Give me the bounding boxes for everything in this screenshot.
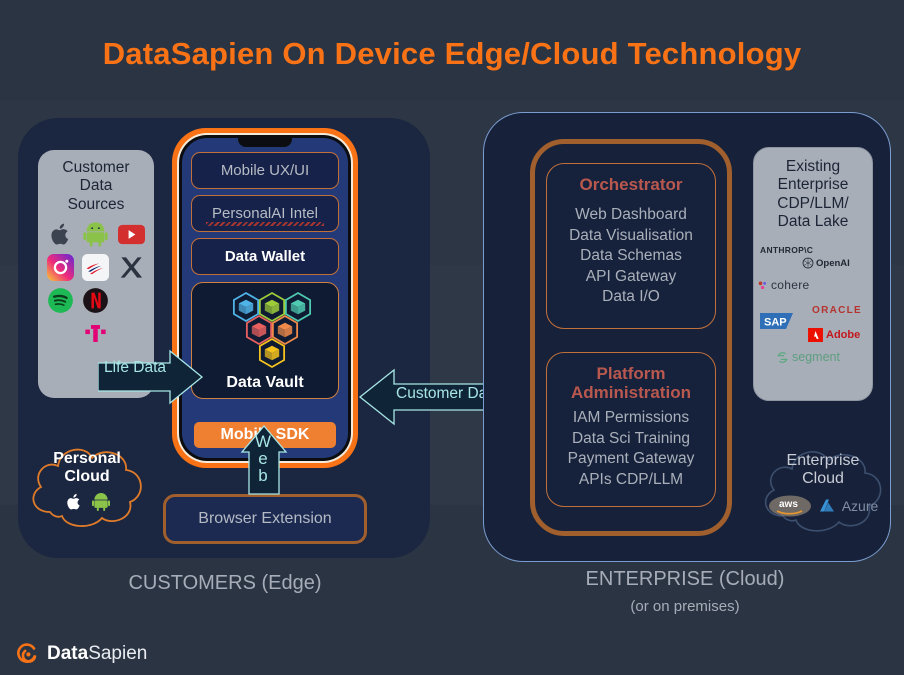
data-vault-hexagon-cluster — [232, 291, 312, 369]
personal-cloud-icons — [22, 492, 152, 512]
enterprise-section-label: ENTERPRISE (Cloud) — [585, 568, 785, 590]
phone-row-personal-ai-intel[interactable]: PersonalAI Intel — [191, 195, 339, 232]
existing-enterprise-card: Existing Enterprise CDP/LLM/ Data Lake A… — [753, 147, 873, 401]
svg-text:aws: aws — [779, 499, 798, 510]
enterprise-cloud-line-2: Cloud — [802, 470, 844, 488]
web-letter-3: b — [258, 466, 268, 485]
svg-text:SAP: SAP — [764, 317, 787, 329]
platform-administration-card[interactable]: Platform Administration IAM Permissions … — [546, 352, 716, 507]
orchestrator-item: API Gateway — [585, 267, 677, 285]
youtube-icon — [117, 224, 145, 244]
page-title: DataSapien On Device Edge/Cloud Technolo… — [102, 36, 802, 71]
orchestrator-items: Web Dashboard Data Visualisation Data Sc… — [547, 194, 715, 308]
personal-cloud-label: Personal Cloud — [22, 450, 152, 487]
phone-row-personal-ai-intel-label: PersonalAI Intel — [212, 205, 318, 222]
platform-item: IAM Permissions — [572, 409, 690, 427]
android-icon — [83, 222, 109, 247]
phone-bezel-outer: Mobile UX/UI PersonalAI Intel Data Walle… — [177, 133, 353, 463]
orchestrator-item: Data Schemas — [580, 247, 682, 265]
existing-heading-line-2: Enterprise — [777, 176, 849, 194]
orchestrator-item: Web Dashboard — [575, 206, 687, 224]
datasapien-footer-logo: DataSapien — [14, 641, 147, 667]
enterprise-cloud-line-1: Enterprise — [786, 452, 860, 469]
openai-icon — [802, 257, 814, 269]
orchestrator-card[interactable]: Orchestrator Web Dashboard Data Visualis… — [546, 163, 716, 329]
mobile-phone-device: Mobile UX/UI PersonalAI Intel Data Walle… — [172, 128, 358, 468]
platform-item: Data Sci Training — [571, 429, 691, 447]
enterprise-cloud-label: Enterprise Cloud — [753, 452, 893, 489]
cohere-logo: cohere — [758, 278, 810, 292]
diagram-canvas: DataSapien On Device Edge/Cloud Technolo… — [0, 0, 904, 675]
spellcheck-underline — [206, 222, 324, 226]
orchestrator-item: Data Visualisation — [569, 226, 693, 244]
azure-label: Azure — [841, 498, 879, 514]
existing-heading-line-4: Data Lake — [777, 212, 849, 230]
azure-icon — [819, 499, 834, 512]
segment-logo: segment — [776, 350, 840, 364]
data-vault-card[interactable]: Data Vault — [191, 282, 339, 399]
customer-data-sources-heading: Customer Data Sources — [38, 159, 154, 214]
existing-heading-line-3: CDP/LLM/ — [777, 194, 849, 212]
heading-line-3: Sources — [67, 195, 125, 213]
t-mobile-icon — [85, 324, 107, 342]
web-letter-1: W — [254, 432, 272, 451]
android-icon — [91, 493, 110, 511]
browser-extension-card[interactable]: Browser Extension — [163, 494, 367, 544]
personal-cloud-line-1: Personal — [53, 450, 121, 467]
enterprise-section-sublabel: (or on premises) — [630, 598, 740, 615]
platform-item: Payment Gateway — [567, 450, 695, 468]
life-data-arrow-label: Life Data — [104, 359, 167, 376]
openai-logo: OpenAI — [802, 257, 850, 269]
phone-row-data-wallet[interactable]: Data Wallet — [191, 238, 339, 275]
existing-heading-line-1: Existing — [785, 158, 841, 175]
web-arrow-label: W e b — [249, 433, 277, 484]
apple-icon — [51, 223, 69, 245]
brand-bold: Data — [47, 643, 89, 664]
bank-of-america-icon — [82, 253, 110, 281]
instagram-icon — [47, 253, 75, 281]
netflix-icon — [83, 287, 109, 313]
personal-cloud-line-2: Cloud — [64, 468, 110, 486]
platform-administration-title: Platform Administration — [547, 353, 715, 402]
enterprise-cloud: Enterprise Cloud aws Azure — [753, 432, 893, 540]
web-letter-2: e — [258, 449, 268, 468]
personal-cloud: Personal Cloud — [22, 430, 152, 535]
datasapien-brand-text: DataSapien — [47, 643, 147, 665]
platform-item: APIs CDP/LLM — [578, 470, 684, 488]
x-twitter-icon — [120, 257, 142, 278]
platform-title-line-2: Administration — [571, 383, 691, 403]
existing-enterprise-heading: Existing Enterprise CDP/LLM/ Data Lake — [754, 158, 872, 231]
orchestrator-title: Orchestrator — [579, 175, 683, 194]
segment-icon — [777, 351, 788, 363]
life-data-arrow — [98, 349, 204, 405]
t-mobile-icon-wrap — [82, 320, 109, 347]
adobe-icon — [808, 328, 823, 343]
aws-icon: aws — [768, 495, 811, 517]
phone-bezel-inner: Mobile UX/UI PersonalAI Intel Data Walle… — [179, 135, 351, 461]
customers-section-label: CUSTOMERS (Edge) — [128, 572, 322, 594]
orchestrator-item: Data I/O — [602, 288, 660, 306]
oracle-logo: ORACLE — [812, 305, 863, 317]
data-source-icon-grid — [38, 221, 154, 347]
phone-row-mobile-ux-ui[interactable]: Mobile UX/UI — [191, 152, 339, 189]
cohere-icon — [758, 281, 767, 290]
heading-line-1: Customer — [62, 159, 130, 176]
anthropic-logo: ANTHROP\C — [760, 245, 814, 256]
apple-icon — [66, 493, 80, 510]
brand-light: Sapien — [88, 643, 148, 664]
heading-line-2: Data — [79, 177, 113, 195]
platform-administration-items: IAM Permissions Data Sci Training Paymen… — [547, 402, 715, 490]
data-vault-label: Data Vault — [226, 374, 304, 391]
phone-screen: Mobile UX/UI PersonalAI Intel Data Walle… — [182, 138, 348, 458]
platform-title-line-1: Platform — [596, 364, 666, 383]
spotify-icon — [48, 287, 74, 313]
adobe-logo: Adobe — [808, 328, 860, 343]
datasapien-spiral-icon — [17, 643, 37, 663]
vendor-logo-list: ANTHROP\C OpenAI cohere ORACLE SAP Adobe… — [754, 240, 872, 370]
enterprise-cloud-icons: aws Azure — [753, 494, 893, 518]
sap-logo: SAP — [760, 312, 800, 335]
sap-icon: SAP — [760, 313, 793, 330]
phone-notch — [238, 138, 292, 147]
